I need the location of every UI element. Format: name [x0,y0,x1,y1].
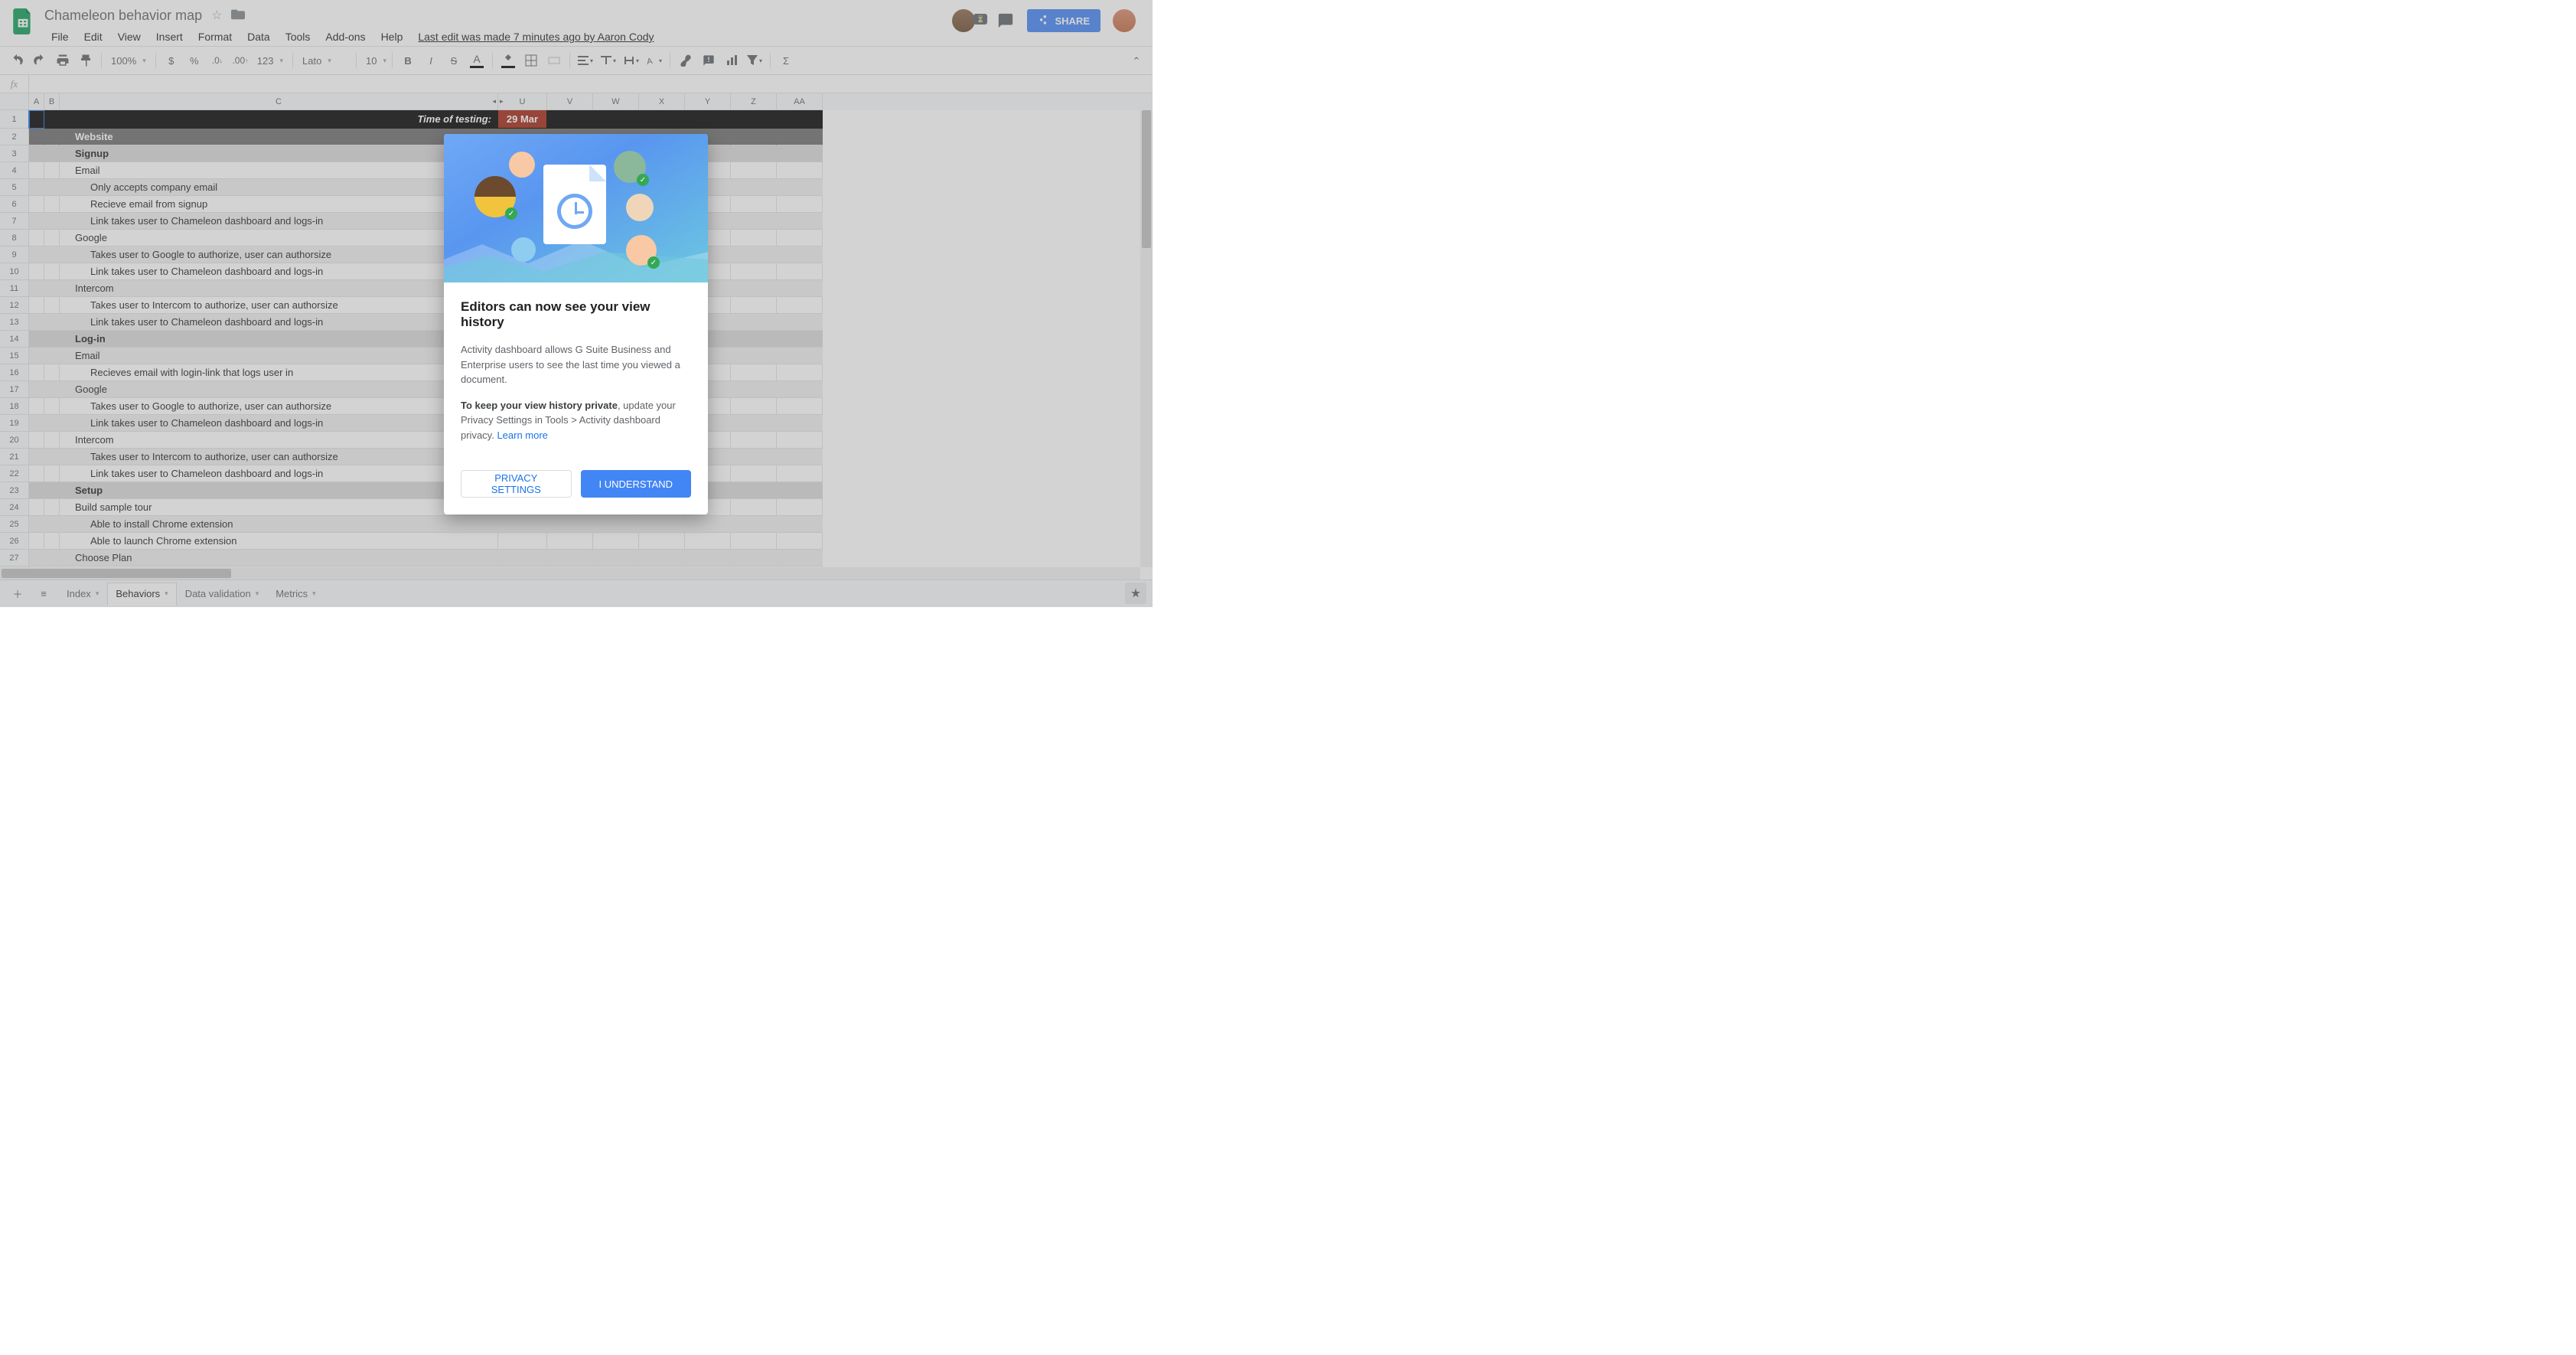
modal-title: Editors can now see your view history [461,299,691,330]
view-history-modal: ✓ ✓ ✓ Editors can now see your view hist… [444,134,708,514]
modal-paragraph-2: To keep your view history private, updat… [461,398,691,443]
modal-hero-illustration: ✓ ✓ ✓ [444,134,708,282]
modal-paragraph-1: Activity dashboard allows G Suite Busine… [461,342,691,387]
learn-more-link[interactable]: Learn more [497,429,547,441]
privacy-settings-button[interactable]: PRIVACY SETTINGS [461,470,572,498]
i-understand-button[interactable]: I UNDERSTAND [581,470,692,498]
